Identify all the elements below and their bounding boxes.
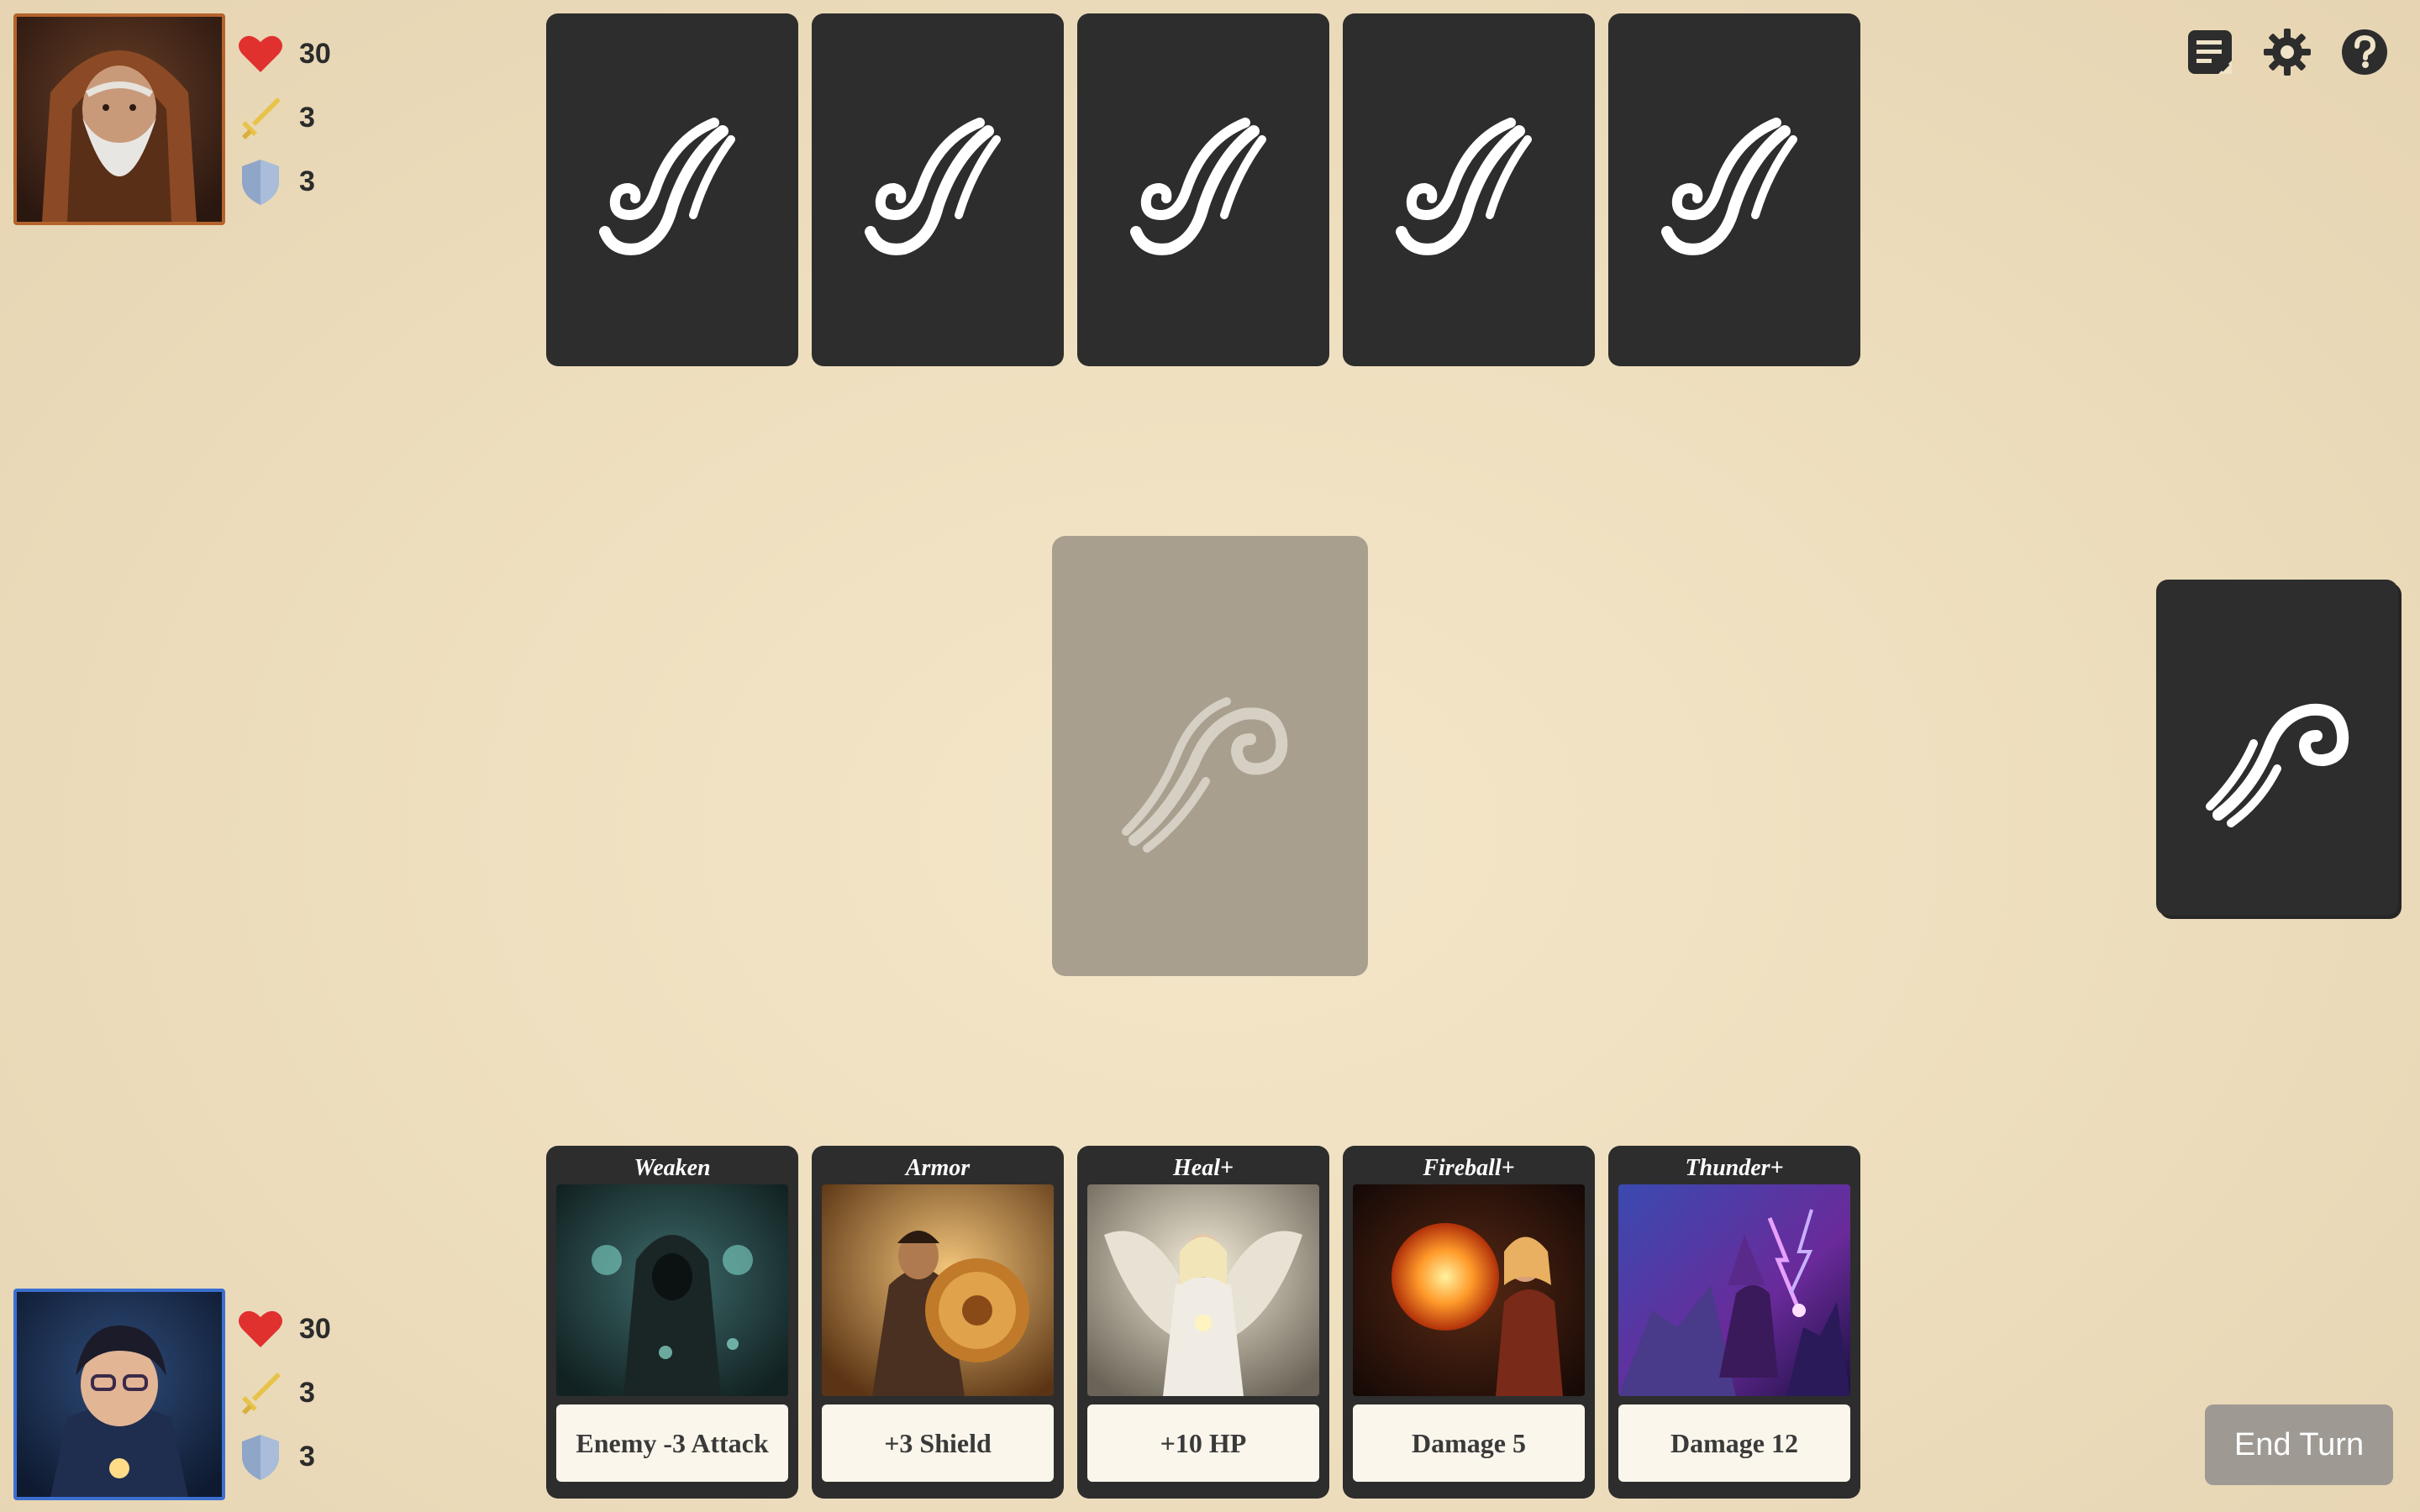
enemy-health-value: 30: [299, 37, 331, 70]
hand-card-thunder[interactable]: Thunder+ Damage 12: [1608, 1146, 1860, 1499]
card-description: +10 HP: [1087, 1404, 1319, 1482]
swirl-icon: [1396, 118, 1532, 255]
hand-card-heal[interactable]: Heal+ +10 HP: [1077, 1146, 1329, 1499]
deck-top-card[interactable]: [2156, 580, 2398, 916]
heart-icon: [235, 29, 286, 79]
card-title: Fireball+: [1423, 1155, 1515, 1181]
player-health-value: 30: [299, 1312, 331, 1345]
sword-icon: [235, 1368, 286, 1418]
player-hand: Weaken Enemy -3 Attack Armor +3 Shield H…: [546, 1146, 1860, 1499]
enemy-portrait: [13, 13, 225, 225]
card-description: Damage 12: [1618, 1404, 1850, 1482]
shield-icon: [235, 156, 286, 207]
shield-icon: [235, 1431, 286, 1482]
card-title: Weaken: [634, 1155, 711, 1181]
old-wizard-portrait: [17, 17, 222, 222]
young-wizard-portrait: [17, 1292, 222, 1497]
heart-icon: [235, 1304, 286, 1354]
player-shield: 3: [235, 1425, 331, 1488]
draw-deck[interactable]: [2156, 580, 2402, 919]
player-health: 30: [235, 1297, 331, 1361]
player-stats: 30 3 3: [235, 1297, 331, 1488]
end-turn-button[interactable]: End Turn: [2205, 1404, 2393, 1485]
card-title: Thunder+: [1685, 1155, 1784, 1181]
log-icon[interactable]: [2185, 27, 2235, 77]
enemy-hand: [546, 13, 1860, 366]
toolbar: [2185, 27, 2390, 77]
card-art-hooded-sorcerer: [556, 1184, 788, 1396]
player-attack: 3: [235, 1361, 331, 1425]
swirl-icon: [1661, 118, 1797, 255]
enemy-shield: 3: [235, 150, 331, 213]
play-area[interactable]: [1052, 536, 1368, 976]
swirl-icon: [2206, 703, 2349, 827]
enemy-shield-value: 3: [299, 165, 315, 197]
enemy-card-back: [1608, 13, 1860, 366]
sword-icon: [235, 92, 286, 143]
player-portrait: [13, 1289, 225, 1500]
card-description: Enemy -3 Attack: [556, 1404, 788, 1482]
swirl-icon: [599, 118, 735, 255]
player-attack-value: 3: [299, 1376, 315, 1409]
enemy-health: 30: [235, 22, 331, 86]
card-description: +3 Shield: [822, 1404, 1054, 1482]
enemy-card-back: [1077, 13, 1329, 366]
help-icon[interactable]: [2339, 27, 2390, 77]
card-title: Heal+: [1173, 1155, 1234, 1181]
card-art-angel: [1087, 1184, 1319, 1396]
player-shield-value: 3: [299, 1440, 315, 1473]
hand-card-fireball[interactable]: Fireball+ Damage 5: [1343, 1146, 1595, 1499]
card-description: Damage 5: [1353, 1404, 1585, 1482]
card-art-fire-mage: [1353, 1184, 1585, 1396]
swirl-icon: [1130, 118, 1266, 255]
card-art-storm-wizard: [1618, 1184, 1850, 1396]
swirl-icon: [865, 118, 1001, 255]
hand-card-weaken[interactable]: Weaken Enemy -3 Attack: [546, 1146, 798, 1499]
card-title: Armor: [905, 1155, 971, 1181]
swirl-icon: [1122, 697, 1288, 853]
enemy-attack: 3: [235, 86, 331, 150]
enemy-card-back: [812, 13, 1064, 366]
enemy-stats: 30 3 3: [235, 22, 331, 213]
enemy-attack-value: 3: [299, 101, 315, 134]
enemy-card-back: [1343, 13, 1595, 366]
enemy-card-back: [546, 13, 798, 366]
hand-card-armor[interactable]: Armor +3 Shield: [812, 1146, 1064, 1499]
card-art-warrior-with-shield: [822, 1184, 1054, 1396]
gear-icon[interactable]: [2262, 27, 2312, 77]
